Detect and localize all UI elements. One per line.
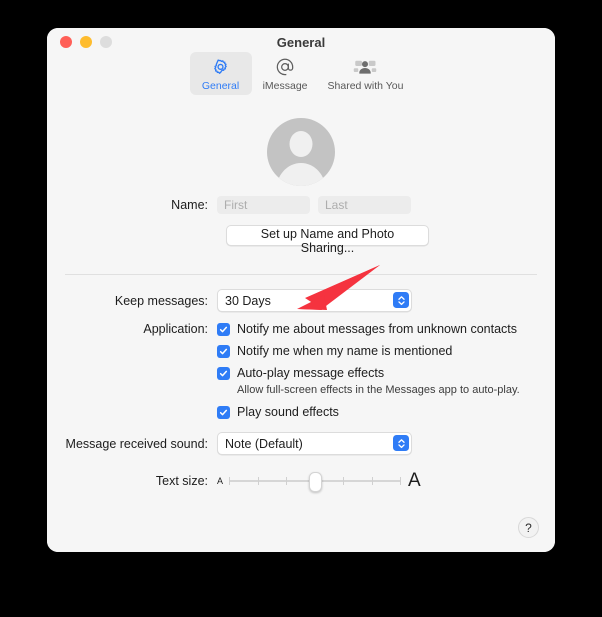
autoplay-row: Auto-play message effects [217,366,555,380]
application-label: Application: [143,322,208,336]
at-sign-icon [275,56,295,78]
tab-general[interactable]: General [189,52,252,95]
avatar-body [276,163,326,186]
checkbox-autoplay-effects-label: Auto-play message effects [237,366,385,380]
text-size-min-glyph: A [217,475,224,486]
preferences-toolbar: General iMessage Shared with You [47,52,555,95]
tab-shared-with-you-label: Shared with You [327,80,404,92]
avatar-container [47,118,555,186]
tab-shared-with-you[interactable]: Shared with You [319,52,413,95]
message-sound-value: Note (Default) [225,436,303,451]
chevron-updown-icon [393,292,409,308]
section-divider [65,274,537,275]
people-icon [353,56,377,78]
text-size-label: Text size: [155,473,208,488]
checkbox-autoplay-effects[interactable] [217,366,230,380]
text-size-row: Text size: A A [47,470,555,492]
checkbox-unknown-contacts-label: Notify me about messages from unknown co… [237,322,517,336]
checkbox-name-mentioned[interactable] [217,344,230,358]
tab-general-label: General [201,80,240,92]
message-sound-row: Message received sound: Note (Default) [47,432,555,455]
window-title: General [276,35,326,50]
person-placeholder-icon[interactable] [267,118,335,186]
keep-messages-popup[interactable]: 30 Days [217,289,412,312]
tab-imessage[interactable]: iMessage [254,52,317,95]
name-label: Name: [171,198,208,212]
slider-tick [400,476,402,485]
message-sound-popup[interactable]: Note (Default) [217,432,412,455]
keep-messages-label: Keep messages: [114,293,208,308]
autoplay-description: Allow full-screen effects in the Message… [237,384,520,396]
last-name-input[interactable] [318,196,411,214]
mention-row: Notify me when my name is mentioned [217,344,555,358]
window-titlebar: General General iMessage Shared with You [47,28,555,128]
text-size-max-glyph: A [408,470,421,491]
checkbox-unknown-contacts[interactable] [217,322,230,336]
name-row: Name: [47,196,555,214]
checkbox-play-sound-effects-label: Play sound effects [237,405,339,419]
setup-name-photo-sharing-button[interactable]: Set up Name and Photo Sharing... [226,225,429,255]
checkbox-name-mentioned-label: Notify me when my name is mentioned [237,344,453,358]
help-button[interactable]: ? [518,517,539,538]
message-sound-label: Message received sound: [65,436,208,451]
gear-icon [211,56,230,78]
sound-effects-row: Play sound effects [217,405,555,419]
keep-messages-row: Keep messages: 30 Days [47,289,555,312]
slider-tick [229,476,231,485]
avatar-head [289,131,313,157]
keep-messages-value: 30 Days [225,293,271,308]
chevron-updown-icon [393,435,409,451]
slider-tick [343,476,345,485]
first-name-input[interactable] [217,196,310,214]
checkbox-play-sound-effects[interactable] [217,405,230,419]
application-row: Application: Notify me about messages fr… [47,322,555,336]
tab-imessage-label: iMessage [262,80,308,92]
slider-tick [257,476,259,485]
preferences-content: Name: Set up Name and Photo Sharing... K… [47,100,555,552]
slider-thumb[interactable] [309,471,323,492]
preferences-window: General General iMessage Shared with You… [47,28,555,552]
slider-tick [372,476,374,485]
slider-tick [286,476,288,485]
text-size-slider[interactable] [229,471,402,492]
